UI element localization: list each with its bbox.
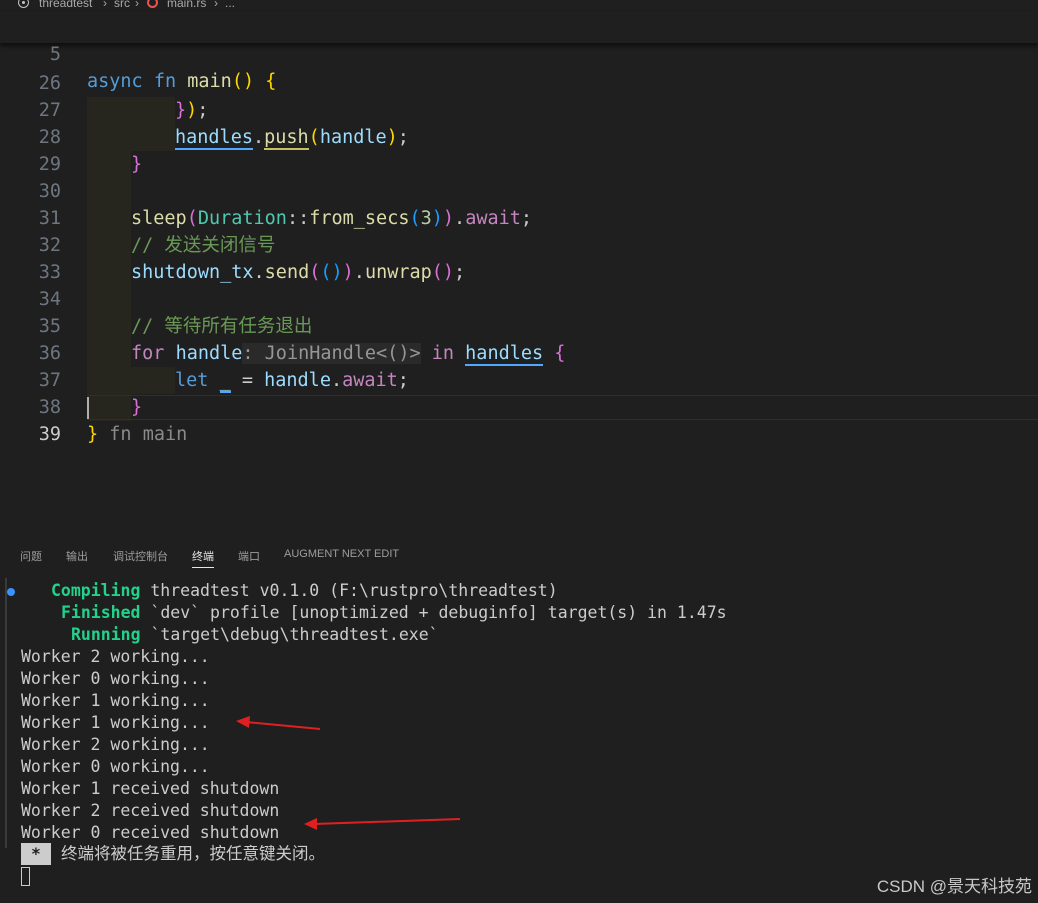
annotation-arrow-icon bbox=[236, 716, 321, 730]
watermark: CSDN @景天科技苑 bbox=[876, 877, 1032, 896]
annotation-arrow-icon bbox=[304, 818, 461, 830]
annotation-layer bbox=[236, 716, 461, 830]
